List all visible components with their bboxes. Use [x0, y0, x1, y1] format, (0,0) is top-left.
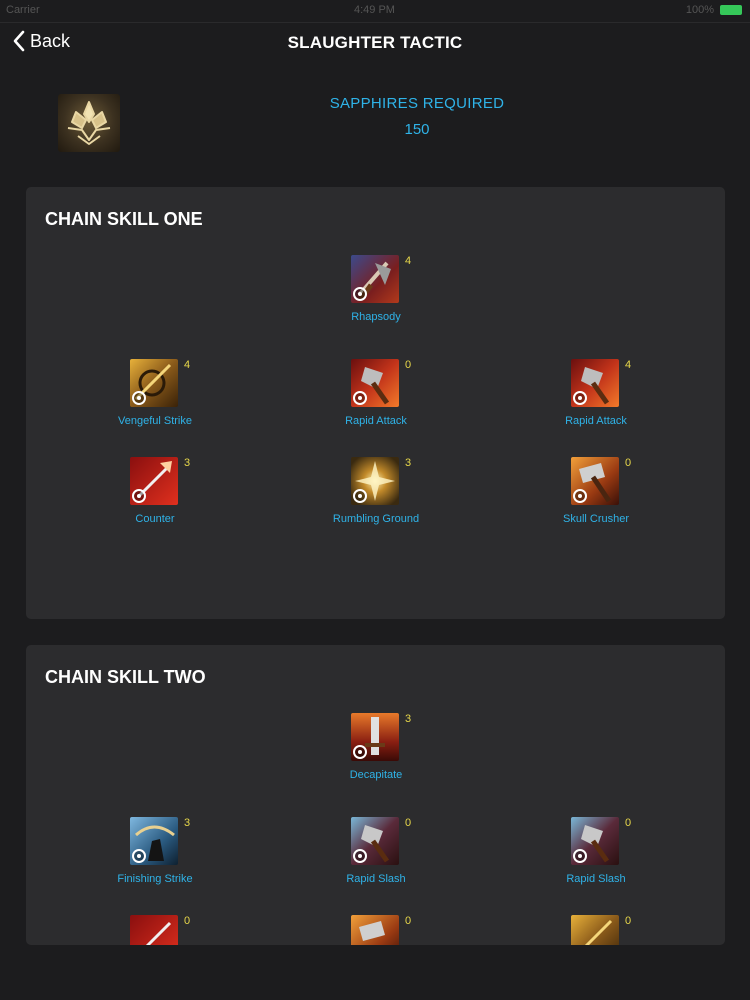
chain-skill-one-card: CHAIN SKILL ONE 4 Rhapsody 4 Vengeful St…: [26, 187, 725, 619]
navigation-bar: Back SLAUGHTER TACTIC: [0, 23, 750, 67]
page-title: SLAUGHTER TACTIC: [287, 33, 463, 52]
skill-name[interactable]: Rumbling Ground: [301, 513, 451, 525]
axe-icon[interactable]: [351, 359, 399, 407]
skill-rumbling-ground[interactable]: 3 Rumbling Ground: [301, 457, 451, 537]
battery-indicator: 100%: [686, 4, 742, 16]
tactic-header: SAPPHIRES REQUIRED 150: [0, 70, 750, 180]
skill-name[interactable]: Rhapsody: [301, 311, 451, 323]
skill-badge-icon: [573, 489, 587, 503]
skill-badge-icon: [353, 287, 367, 301]
strike-icon[interactable]: [130, 359, 178, 407]
carrier-label: Carrier: [6, 4, 40, 16]
battery-icon: [720, 5, 742, 15]
axe-icon[interactable]: [351, 817, 399, 865]
skill-level: 0: [405, 359, 412, 371]
skill-level: 0: [184, 915, 191, 927]
skill-badge-icon: [353, 489, 367, 503]
axe-icon[interactable]: [351, 255, 399, 303]
blade-icon[interactable]: [351, 713, 399, 761]
skill-rapid-attack[interactable]: 0 Rapid Attack: [301, 359, 451, 439]
skill-rapid-slash[interactable]: 0 Rapid Slash: [301, 817, 451, 897]
skill-name[interactable]: Rapid Slash: [301, 873, 451, 885]
skill-level: 3: [405, 713, 412, 725]
chain-skill-two-title: CHAIN SKILL TWO: [45, 667, 206, 687]
skill-name[interactable]: Finishing Strike: [80, 873, 230, 885]
burst-icon[interactable]: [351, 457, 399, 505]
bottom-area: [0, 945, 750, 1000]
status-time: 4:49 PM: [354, 4, 395, 16]
skill-rapid-slash-2[interactable]: 0 Rapid Slash: [521, 817, 671, 897]
warrior-icon[interactable]: [130, 817, 178, 865]
skill-vengeful-strike[interactable]: 4 Vengeful Strike: [80, 359, 230, 439]
skill-badge-icon: [132, 489, 146, 503]
skill-badge-icon: [353, 745, 367, 759]
axe-icon[interactable]: [571, 817, 619, 865]
skill-level: 0: [625, 915, 632, 927]
skill-badge-icon: [353, 391, 367, 405]
status-bar: Carrier 4:49 PM 100%: [0, 0, 750, 22]
skill-name[interactable]: Vengeful Strike: [80, 415, 230, 427]
chain-skill-two-card: CHAIN SKILL TWO 3 Decapitate 3 Finishing…: [26, 645, 725, 963]
skill-counter[interactable]: 3 Counter: [80, 457, 230, 537]
sapphires-label: SAPPHIRES REQUIRED: [329, 95, 505, 112]
chain-skill-one-title: CHAIN SKILL ONE: [45, 209, 203, 229]
skill-rhapsody[interactable]: 4 Rhapsody: [301, 255, 451, 335]
skill-level: 4: [625, 359, 632, 371]
skill-level: 0: [625, 817, 632, 829]
skill-badge-icon: [132, 849, 146, 863]
skill-level: 3: [184, 457, 191, 469]
skill-badge-icon: [353, 849, 367, 863]
skill-name[interactable]: Decapitate: [301, 769, 451, 781]
skill-skull-crusher[interactable]: 0 Skull Crusher: [521, 457, 671, 537]
skill-badge-icon: [132, 391, 146, 405]
skill-name[interactable]: Rapid Attack: [521, 415, 671, 427]
skill-level: 4: [184, 359, 191, 371]
hammer-icon[interactable]: [571, 457, 619, 505]
skill-level: 3: [405, 457, 412, 469]
skill-level: 4: [405, 255, 412, 267]
skill-name[interactable]: Rapid Attack: [301, 415, 451, 427]
skill-name[interactable]: Rapid Slash: [521, 873, 671, 885]
skill-level: 0: [405, 817, 412, 829]
sword-icon[interactable]: [130, 457, 178, 505]
skill-name[interactable]: Counter: [80, 513, 230, 525]
battery-percent: 100%: [685, 4, 714, 16]
skill-rapid-attack-2[interactable]: 4 Rapid Attack: [521, 359, 671, 439]
skill-name[interactable]: Skull Crusher: [521, 513, 671, 525]
skill-level: 0: [405, 915, 412, 927]
skill-level: 0: [625, 457, 632, 469]
skill-badge-icon: [573, 391, 587, 405]
skill-badge-icon: [573, 849, 587, 863]
skill-level: 3: [184, 817, 191, 829]
axe-icon[interactable]: [571, 359, 619, 407]
sapphires-value: 150: [404, 121, 430, 138]
skill-decapitate[interactable]: 3 Decapitate: [301, 713, 451, 793]
skill-finishing-strike[interactable]: 3 Finishing Strike: [80, 817, 230, 897]
